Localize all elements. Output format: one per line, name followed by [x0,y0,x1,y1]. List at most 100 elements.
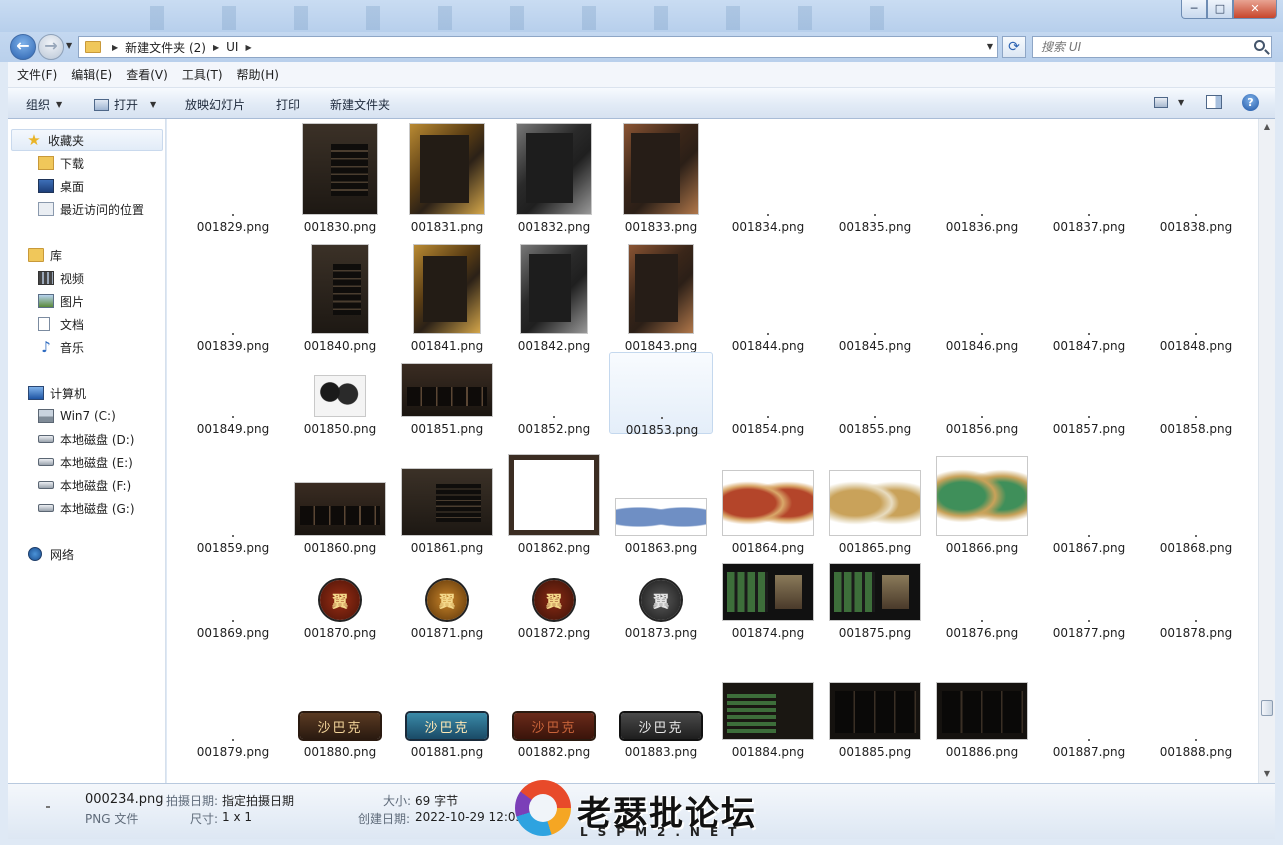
sidebar-item-label: 本地磁盘 (G:) [60,501,135,516]
new-folder-button[interactable]: 新建文件夹 [330,96,390,113]
sidebar-item-drive-f[interactable]: 本地磁盘 (F:) [38,474,131,496]
menu-tools[interactable]: 工具(T) [173,66,228,83]
refresh-button[interactable]: ⟳ [1002,36,1026,58]
search-icon[interactable] [1254,40,1265,51]
detail-date-taken-value[interactable]: 指定拍摄日期 [222,792,294,809]
sidebar-item-network[interactable]: 网络 [28,543,74,565]
breadcrumb-current-folder[interactable]: UI [226,40,238,54]
organize-button[interactable]: 组织 ▼ [26,96,62,113]
sidebar-item-videos[interactable]: 视频 [38,267,84,289]
breadcrumb-separator[interactable]: ▶ [213,43,219,52]
file-item[interactable]: 001857.png [1037,322,1141,442]
breadcrumb-separator[interactable]: ▶ [112,43,118,52]
file-item[interactable]: 001885.png [823,645,927,765]
sidebar-item-documents[interactable]: 文档 [38,313,84,335]
file-item[interactable]: 001856.png [930,322,1034,442]
forward-button[interactable]: → [38,34,64,60]
scrollbar-thumb[interactable] [1261,700,1273,716]
search-input[interactable] [1041,37,1241,57]
file-item[interactable]: 翼 001873.png [609,526,713,646]
scroll-up-arrow[interactable]: ▲ [1259,119,1275,135]
back-button[interactable]: ← [10,34,36,60]
file-item[interactable]: 001874.png [716,526,820,646]
minimize-button[interactable]: ─ [1181,0,1207,19]
sidebar-item-drive-g[interactable]: 本地磁盘 (G:) [38,497,135,519]
file-item[interactable]: 001843.png [609,239,713,359]
sidebar-item-favorites[interactable]: ★ 收藏夹 [11,129,163,151]
file-item[interactable]: 001884.png [716,645,820,765]
file-item[interactable]: 001851.png [395,322,499,442]
sidebar-item-computer[interactable]: 计算机 [28,382,86,404]
file-item[interactable]: 001835.png [823,120,927,240]
blank-thumbnail [1088,620,1090,622]
open-button[interactable]: 打开 ▼ [94,96,156,113]
view-options-dropdown[interactable]: ▼ [1178,98,1184,107]
file-item[interactable]: 001852.png [502,322,606,442]
file-item[interactable]: 001887.png [1037,645,1141,765]
file-item[interactable]: 001834.png [716,120,820,240]
print-button[interactable]: 打印 [276,96,300,113]
file-item[interactable]: 沙巴克 001882.png [502,645,606,765]
breadcrumb-separator[interactable]: ▶ [245,43,251,52]
maximize-button[interactable]: □ [1207,0,1233,19]
sidebar-item-drive-e[interactable]: 本地磁盘 (E:) [38,451,133,473]
file-item[interactable]: 001858.png [1144,322,1248,442]
file-item[interactable]: 001850.png [288,322,392,442]
file-item[interactable]: 沙巴克 001880.png [288,645,392,765]
file-item[interactable]: 001832.png [502,120,606,240]
file-item[interactable]: 001849.png [181,322,285,442]
file-item[interactable]: 001829.png [181,120,285,240]
help-icon[interactable]: ? [1242,94,1259,111]
file-item[interactable]: 001888.png [1144,645,1248,765]
file-item[interactable]: 001879.png [181,645,285,765]
menu-view[interactable]: 查看(V) [117,66,173,83]
file-item[interactable]: 001830.png [288,120,392,240]
change-view-icon[interactable] [1154,97,1168,108]
file-item[interactable]: 001853.png [609,352,713,437]
file-item[interactable]: 001855.png [823,322,927,442]
blank-thumbnail [232,416,234,418]
breadcrumb-parent-folder[interactable]: 新建文件夹 (2) [125,39,206,56]
sidebar-item-label: 本地磁盘 (E:) [60,455,133,470]
vertical-scrollbar[interactable]: ▲ ▼ [1258,119,1275,783]
file-item[interactable]: 001838.png [1144,120,1248,240]
file-item[interactable]: 001831.png [395,120,499,240]
file-item[interactable]: 翼 001871.png [395,526,499,646]
sidebar-item-drive-d[interactable]: 本地磁盘 (D:) [38,428,134,450]
file-item[interactable]: 沙巴克 001881.png [395,645,499,765]
image-viewer-icon [94,98,109,111]
address-history-dropdown[interactable]: ▼ [987,42,993,51]
sidebar-item-drive-c[interactable]: Win7 (C:) [38,405,116,427]
file-item[interactable]: 沙巴克 001883.png [609,645,713,765]
file-item[interactable]: 001886.png [930,645,1034,765]
menu-edit[interactable]: 编辑(E) [62,66,117,83]
file-item[interactable]: 001833.png [609,120,713,240]
file-item[interactable]: 001877.png [1037,526,1141,646]
file-item[interactable]: 翼 001872.png [502,526,606,646]
recent-pages-dropdown[interactable]: ▼ [66,41,72,50]
file-item[interactable]: 翼 001870.png [288,526,392,646]
search-box[interactable] [1032,36,1272,58]
sidebar-item-label: 收藏夹 [48,133,85,148]
sidebar-item-desktop[interactable]: 桌面 [38,175,84,197]
slideshow-button[interactable]: 放映幻灯片 [185,96,245,113]
file-item[interactable]: 001837.png [1037,120,1141,240]
file-item[interactable]: 001854.png [716,322,820,442]
preview-pane-icon[interactable] [1206,95,1222,109]
file-item[interactable]: 001869.png [181,526,285,646]
sidebar-item-libraries[interactable]: 库 [28,244,62,266]
file-item[interactable]: 001875.png [823,526,927,646]
file-item[interactable]: 001836.png [930,120,1034,240]
scroll-down-arrow[interactable]: ▼ [1259,766,1275,782]
sidebar-item-pictures[interactable]: 图片 [38,290,84,312]
file-item[interactable]: 001876.png [930,526,1034,646]
close-button[interactable]: ✕ [1233,0,1277,19]
menu-file[interactable]: 文件(F) [8,66,62,83]
file-item[interactable]: 001878.png [1144,526,1248,646]
sidebar-item-downloads[interactable]: 下载 [38,152,84,174]
address-bar[interactable]: ▶ 新建文件夹 (2) ▶ UI ▶ ▼ [78,36,998,58]
sidebar-item-music[interactable]: ♪ 音乐 [38,336,84,358]
blank-thumbnail [1088,416,1090,418]
menu-help[interactable]: 帮助(H) [228,66,284,83]
sidebar-item-recent-places[interactable]: 最近访问的位置 [38,198,144,220]
